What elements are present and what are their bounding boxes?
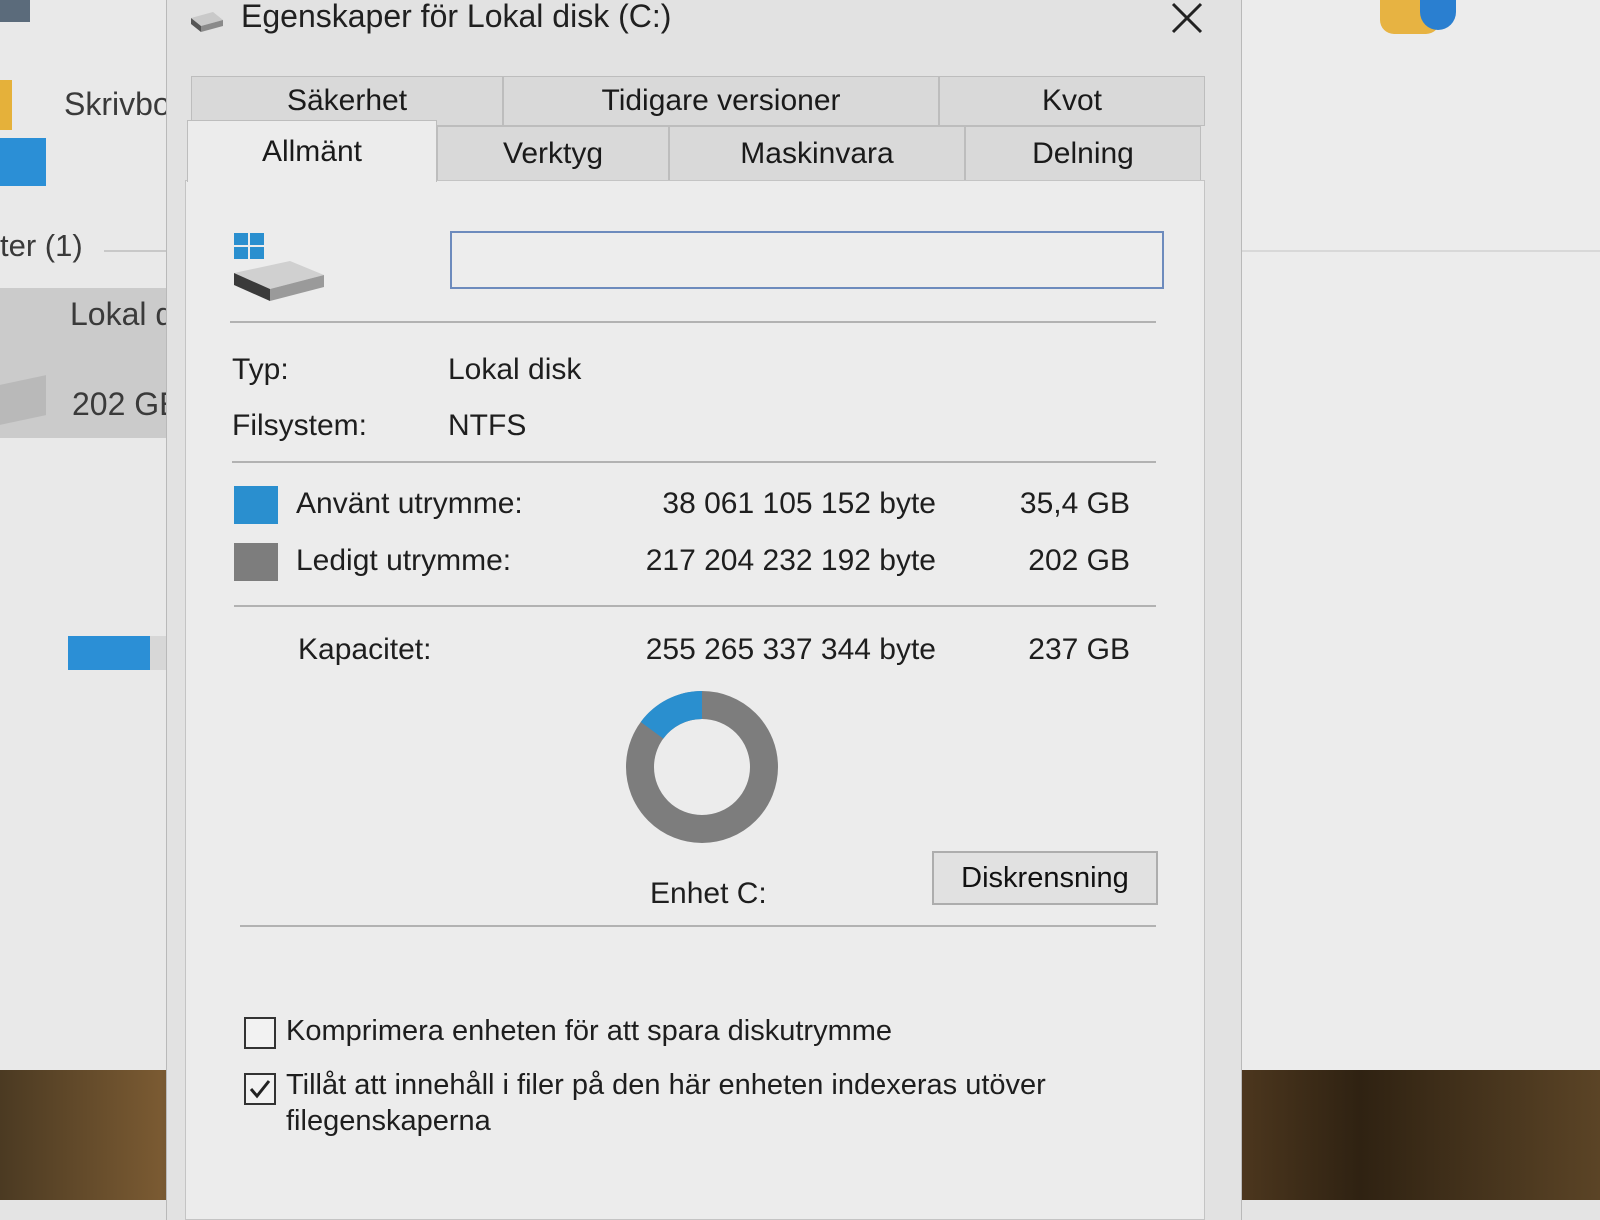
dialog-title: Egenskaper för Lokal disk (C:): [241, 0, 672, 34]
drive-usage-bar: [68, 636, 172, 670]
close-button[interactable]: [1161, 0, 1213, 42]
desktop-folder-icon: [0, 138, 46, 186]
drive-title-icon: [191, 12, 223, 32]
drive-tile-free: 202 GE: [72, 386, 181, 422]
tab-sakerhet[interactable]: Säkerhet: [191, 76, 503, 126]
properties-dialog: Egenskaper för Lokal disk (C:) Säkerhet …: [166, 0, 1242, 1220]
tab-row-lower: Allmänt Verktyg Maskinvara Delning: [187, 120, 1201, 182]
drive-letter-label: Enhet C:: [650, 877, 767, 910]
volume-label-input[interactable]: [450, 231, 1164, 289]
free-space-size: 202 GB: [1028, 544, 1130, 577]
filesystem-value: NTFS: [448, 409, 527, 442]
section-divider: [104, 250, 174, 252]
donut-used-arc: [640, 691, 703, 740]
capacity-size: 237 GB: [1028, 633, 1130, 666]
used-space-swatch: [234, 486, 278, 524]
drive-usage-bar-fill: [68, 636, 150, 670]
filesystem-label: Filsystem:: [232, 409, 367, 442]
free-space-label: Ledigt utrymme:: [296, 544, 512, 577]
tab-kvot[interactable]: Kvot: [939, 76, 1205, 126]
index-label-line1[interactable]: Tillåt att innehåll i filer på den här e…: [286, 1069, 1046, 1102]
sidebar-item-desktop[interactable]: Skrivbo: [64, 86, 171, 123]
general-tab-panel: Typ: Lokal disk Filsystem: NTFS Använt u…: [185, 180, 1205, 1220]
separator-2: [232, 461, 1156, 463]
capacity-bytes: 255 265 337 344 byte: [645, 633, 936, 666]
close-icon: [1171, 2, 1203, 34]
tab-allmant[interactable]: Allmänt: [187, 120, 437, 182]
free-space-swatch: [234, 543, 278, 581]
compress-label[interactable]: Komprimera enheten för att spara diskutr…: [286, 1015, 892, 1048]
windows-drive-icon: [234, 233, 324, 301]
type-value: Lokal disk: [448, 353, 582, 386]
separator-3: [234, 605, 1156, 607]
index-label-line2[interactable]: filegenskaperna: [286, 1105, 491, 1138]
tab-delning[interactable]: Delning: [965, 126, 1201, 182]
right-pane-divider: [1240, 250, 1600, 252]
used-space-size: 35,4 GB: [1019, 487, 1130, 520]
used-space-label: Använt utrymme:: [296, 487, 523, 520]
background-right-pane: [1240, 0, 1600, 1070]
index-checkbox[interactable]: [244, 1073, 276, 1105]
folder-icon: [0, 80, 12, 130]
tab-maskinvara[interactable]: Maskinvara: [669, 126, 965, 182]
free-space-bytes: 217 204 232 192 byte: [645, 544, 936, 577]
compress-checkbox[interactable]: [244, 1017, 276, 1049]
tab-row-upper: Säkerhet Tidigare versioner Kvot: [191, 76, 1205, 126]
disk-cleanup-button[interactable]: Diskrensning: [932, 851, 1158, 905]
tab-verktyg[interactable]: Verktyg: [437, 126, 669, 182]
section-header[interactable]: ter (1): [0, 228, 83, 264]
used-space-bytes: 38 061 105 152 byte: [662, 487, 936, 520]
checkmark-icon: [249, 1080, 271, 1099]
title-bar[interactable]: Egenskaper för Lokal disk (C:): [167, 0, 1241, 52]
drive-tile-name: Lokal d: [70, 296, 174, 332]
tab-tidigare-versioner[interactable]: Tidigare versioner: [503, 76, 939, 126]
disk-usage-donut-chart: [626, 691, 778, 843]
separator-4: [240, 925, 1156, 927]
type-label: Typ:: [232, 353, 289, 386]
explorer-app-icon: [0, 0, 30, 22]
separator-1: [230, 321, 1156, 323]
capacity-label: Kapacitet:: [298, 633, 432, 666]
